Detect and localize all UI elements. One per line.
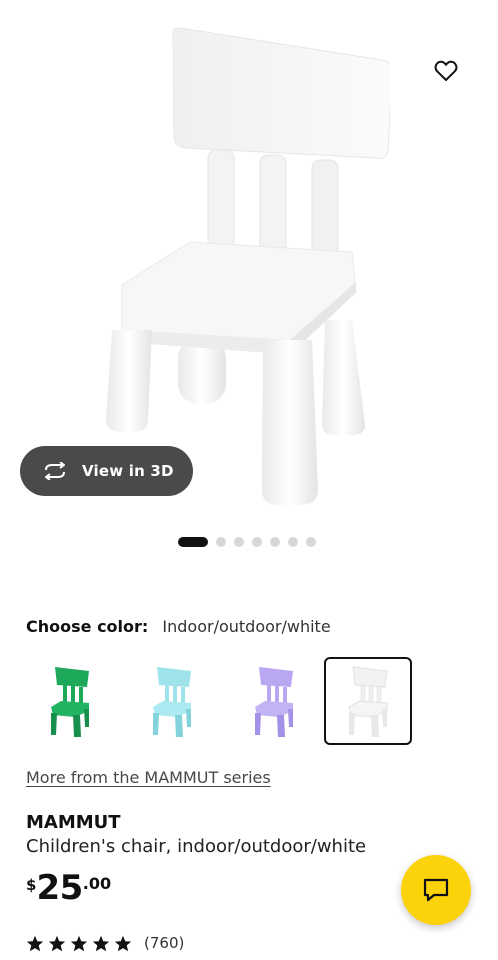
swatch-white-selected[interactable] xyxy=(324,657,412,745)
gallery-dot-7[interactable] xyxy=(306,537,316,547)
view-in-3d-label: View in 3D xyxy=(82,462,174,480)
product-description: Children's chair, indoor/outdoor/white xyxy=(26,836,367,857)
product-image-chair xyxy=(106,27,390,505)
swatch-green[interactable] xyxy=(26,657,114,745)
star-icon xyxy=(48,935,66,951)
selected-color-value: Indoor/outdoor/white xyxy=(162,617,331,636)
chat-button[interactable] xyxy=(401,855,471,925)
product-price: $ 25 .00 xyxy=(26,868,112,908)
favorite-button[interactable] xyxy=(430,55,462,87)
chair-thumbnail-green xyxy=(51,667,89,737)
gallery-dot-1[interactable] xyxy=(178,537,208,547)
gallery-pagination xyxy=(0,536,498,548)
swatch-lilac[interactable] xyxy=(230,657,318,745)
product-image-gallery[interactable]: View in 3D xyxy=(0,0,498,520)
price-decimal: .00 xyxy=(82,874,112,893)
color-swatches xyxy=(26,657,426,747)
gallery-dot-3[interactable] xyxy=(234,537,244,547)
heart-icon xyxy=(434,60,458,81)
gallery-dot-6[interactable] xyxy=(288,537,298,547)
choose-color-label: Choose color: xyxy=(26,617,149,636)
chat-bubble-icon xyxy=(423,878,449,902)
more-from-series-link[interactable]: More from the MAMMUT series xyxy=(26,768,271,787)
gallery-dot-4[interactable] xyxy=(252,537,262,547)
product-name: MAMMUT xyxy=(26,812,121,833)
swatch-light-turquoise[interactable] xyxy=(128,657,216,745)
product-page: View in 3D Choose color: Indoor/outdoor/… xyxy=(0,0,498,960)
review-count: (760) xyxy=(144,934,185,952)
price-integer: 25 xyxy=(36,868,83,908)
gallery-dot-5[interactable] xyxy=(270,537,280,547)
view-in-3d-button[interactable]: View in 3D xyxy=(20,446,193,496)
chair-thumbnail-turquoise xyxy=(153,667,191,737)
gallery-dot-2[interactable] xyxy=(216,537,226,547)
chair-thumbnail-lilac xyxy=(255,667,293,737)
star-icon xyxy=(26,935,44,951)
price-currency: $ xyxy=(26,876,37,894)
star-icon xyxy=(92,935,110,951)
star-icon xyxy=(114,935,132,951)
star-icon xyxy=(70,935,88,951)
chair-thumbnail-white xyxy=(348,666,388,737)
rotate-3d-icon xyxy=(45,462,65,480)
color-chooser-header: Choose color: Indoor/outdoor/white xyxy=(26,617,331,636)
product-rating[interactable]: (760) xyxy=(26,934,184,952)
